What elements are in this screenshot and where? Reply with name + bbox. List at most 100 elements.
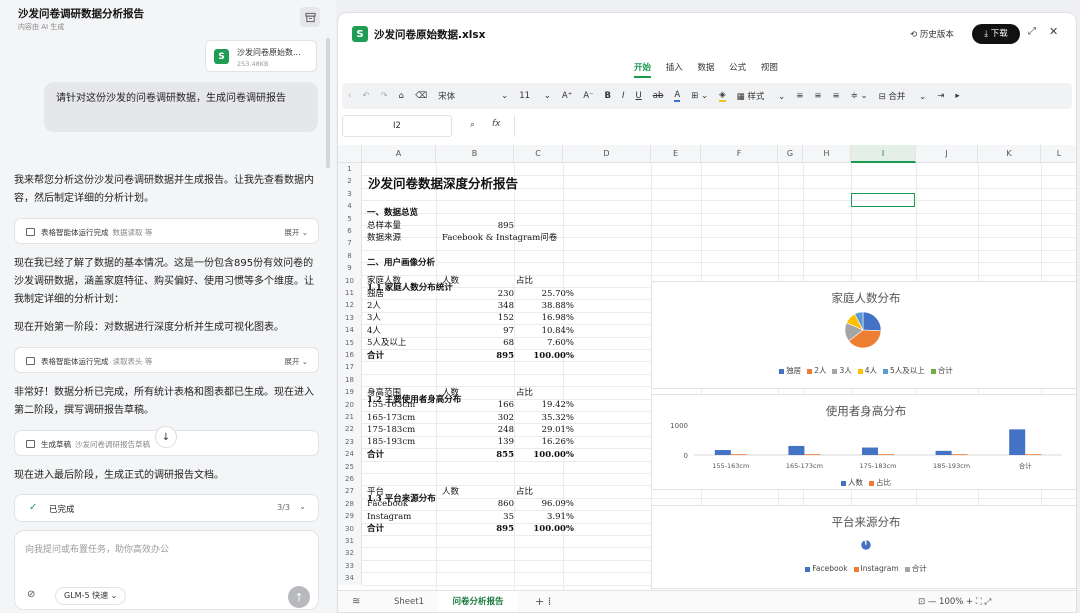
section-heading[interactable]: 1.3 平台来源分布 xyxy=(367,493,436,505)
row-header-25[interactable]: 25 xyxy=(338,460,362,473)
cell-style-button[interactable]: ▦ 样式 ⌄ xyxy=(737,90,786,102)
row-header-28[interactable]: 28 xyxy=(338,497,362,511)
borders-icon[interactable]: ⊞ ⌄ xyxy=(691,91,708,101)
italic-icon[interactable]: I xyxy=(622,91,625,101)
zoom-out-icon[interactable]: — xyxy=(928,597,937,607)
scroll-down-button[interactable]: ↓ xyxy=(155,426,177,448)
fit-icon[interactable]: ⊡ xyxy=(918,597,925,607)
column-header-I[interactable]: I xyxy=(851,145,916,163)
table-cell[interactable]: 人数 xyxy=(442,486,459,498)
row-header-3[interactable]: 3 xyxy=(338,187,362,201)
tab-data[interactable]: 数据 xyxy=(697,61,714,73)
font-size-select[interactable]: 11 ⌄ xyxy=(519,91,551,101)
wrap-text-icon[interactable]: ⇥ xyxy=(937,91,944,101)
section-heading[interactable]: 二、用户画像分析 xyxy=(367,257,435,269)
table-cell[interactable]: 10.84% xyxy=(502,325,574,337)
row-header-9[interactable]: 9 xyxy=(338,262,362,275)
table-cell[interactable]: 185-193cm xyxy=(367,436,415,448)
row-header-13[interactable]: 13 xyxy=(338,311,362,325)
table-cell[interactable]: 25.70% xyxy=(502,288,574,300)
report-title[interactable]: 沙发问卷数据深度分析报告 xyxy=(368,176,518,190)
column-header-J[interactable]: J xyxy=(916,145,978,163)
row-header-17[interactable]: 17 xyxy=(338,361,362,374)
row-header-6[interactable]: 6 xyxy=(338,225,362,238)
close-icon[interactable]: ✕ xyxy=(1049,25,1058,38)
tool-status-card[interactable]: 表格智能体运行完成 读取表头 等 展开 ⌄ xyxy=(14,347,319,373)
underline-icon[interactable]: U xyxy=(636,91,642,101)
strikethrough-icon[interactable]: ab xyxy=(653,91,664,101)
sheets-layers-icon[interactable]: ≋ xyxy=(352,596,360,607)
search-icon[interactable]: ⌕ xyxy=(470,120,475,130)
row-header-4[interactable]: 4 xyxy=(338,200,362,213)
cell[interactable]: 数据来源 xyxy=(367,232,401,244)
column-header-D[interactable]: D xyxy=(563,145,651,163)
fullscreen-icon[interactable]: ⤢ xyxy=(1028,26,1036,37)
column-header-K[interactable]: K xyxy=(978,145,1041,163)
clear-format-icon[interactable]: ⌫ xyxy=(415,91,427,101)
expand-button[interactable]: 展开 ⌄ xyxy=(284,356,308,367)
table-cell[interactable]: 100.00% xyxy=(502,449,574,461)
column-header-E[interactable]: E xyxy=(651,145,701,163)
align-center-icon[interactable]: ≡ xyxy=(814,91,821,101)
section-heading[interactable]: 一、数据总览 xyxy=(367,207,418,219)
history-version-button[interactable]: ⟲ 历史版本 xyxy=(910,28,954,40)
function-icon[interactable]: fx xyxy=(492,119,501,129)
row-header-7[interactable]: 7 xyxy=(338,237,362,250)
fill-color-icon[interactable]: ◈ xyxy=(719,90,726,102)
cell-reference-box[interactable]: I2 xyxy=(342,115,452,137)
chart-platform-source[interactable]: 平台来源分布 Facebook Instagram 合计 xyxy=(651,505,1076,589)
table-cell[interactable]: 100.00% xyxy=(502,350,574,362)
selected-cell-I2[interactable] xyxy=(851,193,915,207)
table-cell[interactable]: 占比 xyxy=(516,275,533,287)
corner-cell[interactable] xyxy=(338,145,362,163)
increase-font-icon[interactable]: A⁺ xyxy=(562,91,572,101)
fullscreen-icon[interactable]: ⛶ xyxy=(976,597,982,607)
undo-icon[interactable]: ↶ xyxy=(362,91,369,101)
row-header-18[interactable]: 18 xyxy=(338,373,362,387)
table-cell[interactable]: 4人 xyxy=(367,325,381,337)
collapse-left-icon[interactable]: ‹ xyxy=(348,91,351,101)
sheet-tab-active[interactable]: 问卷分析报告 xyxy=(438,591,518,612)
align-left-icon[interactable]: ≡ xyxy=(796,91,803,101)
sheet-tab[interactable]: Sheet1 xyxy=(394,597,424,607)
table-cell[interactable]: 合计 xyxy=(367,523,384,535)
row-header-29[interactable]: 29 xyxy=(338,510,362,523)
add-sheet-icon[interactable]: + ⁞ xyxy=(535,595,551,608)
zoom-in-icon[interactable]: + xyxy=(966,597,973,607)
column-header-G[interactable]: G xyxy=(778,145,803,163)
row-header-23[interactable]: 23 xyxy=(338,435,362,449)
row-header-19[interactable]: 19 xyxy=(338,386,362,399)
font-family-select[interactable]: 宋体 xyxy=(438,90,490,102)
tab-formula[interactable]: 公式 xyxy=(729,61,746,73)
table-cell[interactable]: 合计 xyxy=(367,350,384,362)
merge-cells-button[interactable]: ⊟ 合并 ⌄ xyxy=(879,90,927,102)
chevron-down-icon[interactable]: ⌄ xyxy=(299,502,306,511)
chart-household-size[interactable]: 家庭人数分布 独居 2人 3人 4人 5人及以上 合计 xyxy=(651,281,1076,389)
row-header-16[interactable]: 16 xyxy=(338,349,362,362)
send-button[interactable]: ↑ xyxy=(288,586,310,608)
vertical-align-icon[interactable]: ≑ ⌄ xyxy=(851,91,868,101)
cell[interactable]: 895 xyxy=(440,220,514,232)
spreadsheet-grid[interactable]: ABCDEFGHIJKL 1 2 3 4 5 6 7 8 9 10 11 12 13 14 15 16 17 18… xyxy=(338,145,1076,590)
chart-height-distribution[interactable]: 使用者身高分布 1000 0 155-163cm 165-173cm 175-183cm… xyxy=(651,394,1076,490)
tab-home[interactable]: 开始 xyxy=(634,61,652,78)
column-header-C[interactable]: C xyxy=(514,145,563,163)
row-header-33[interactable]: 33 xyxy=(338,559,362,573)
column-header-A[interactable]: A xyxy=(362,145,436,163)
font-color-icon[interactable]: A xyxy=(674,90,681,102)
decrease-font-icon[interactable]: A⁻ xyxy=(583,91,593,101)
cell[interactable]: Facebook & Instagram问卷 xyxy=(442,232,557,244)
row-header-14[interactable]: 14 xyxy=(338,324,362,337)
tab-insert[interactable]: 插入 xyxy=(666,61,683,73)
row-header-10[interactable]: 10 xyxy=(338,274,362,287)
file-attachment[interactable]: S 沙发问卷原始数... 253.48KB xyxy=(205,40,317,72)
table-cell[interactable]: 人数 xyxy=(442,275,459,287)
row-header-20[interactable]: 20 xyxy=(338,398,362,411)
row-header-34[interactable]: 34 xyxy=(338,572,362,585)
table-cell[interactable]: 独居 xyxy=(367,288,384,300)
row-header-24[interactable]: 24 xyxy=(338,448,362,461)
row-header-2[interactable]: 2 xyxy=(338,175,362,188)
archive-button[interactable] xyxy=(300,7,320,27)
row-header-22[interactable]: 22 xyxy=(338,423,362,436)
more-icon[interactable]: ▸ xyxy=(955,91,959,101)
